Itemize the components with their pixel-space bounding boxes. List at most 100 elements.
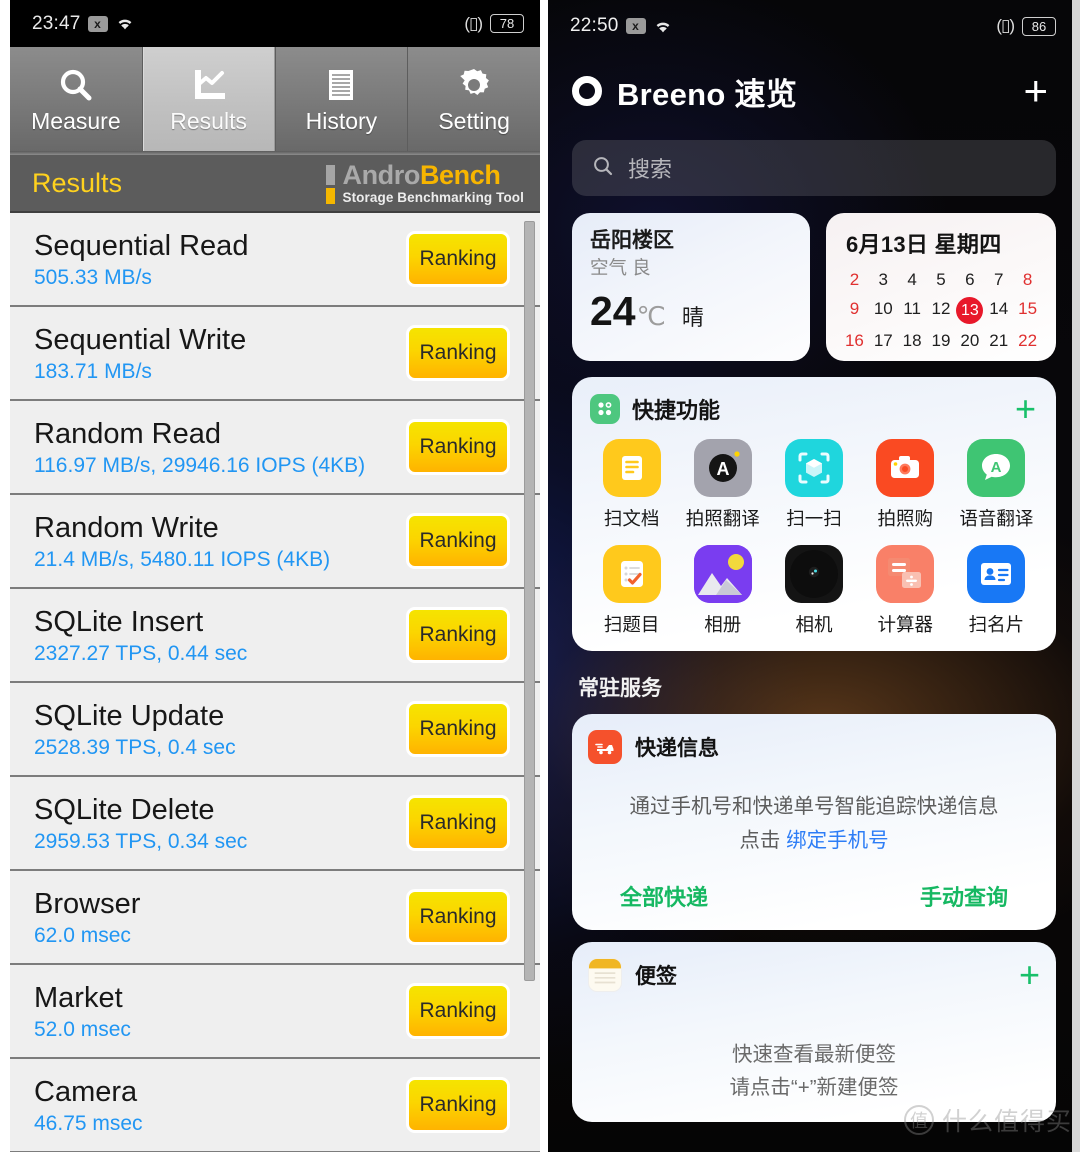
- x-badge-icon: x: [87, 15, 108, 32]
- result-value: 62.0 msec: [34, 923, 131, 947]
- table-row[interactable]: SQLite Update 2528.39 TPS, 0.4 sec Ranking: [10, 683, 540, 777]
- calendar-day[interactable]: 4: [898, 268, 927, 292]
- calendar-day[interactable]: 7: [984, 268, 1013, 292]
- quick-function-item[interactable]: 扫一扫: [768, 439, 859, 531]
- quick-function-item[interactable]: A 语音翻译: [951, 439, 1042, 531]
- calendar-day[interactable]: 5: [927, 268, 956, 292]
- calendar-day[interactable]: 16: [840, 329, 869, 353]
- resident-services-title: 常驻服务: [578, 677, 662, 700]
- notes-add-button[interactable]: +: [1019, 957, 1040, 993]
- breeno-header: Breeno 速览 +: [564, 58, 1064, 124]
- calendar-widget[interactable]: 6月13日 星期四 2 3 4 5 6 7 8 9 10 11 12 13 14 15 16 17 18 19 20…: [826, 213, 1056, 361]
- quick-function-item[interactable]: 拍照购: [860, 439, 951, 531]
- quick-functions-add-button[interactable]: +: [1015, 391, 1036, 427]
- right-status-left: 22:50 x: [570, 15, 673, 37]
- x-badge-icon: x: [625, 18, 646, 34]
- ranking-button[interactable]: Ranking: [406, 889, 510, 945]
- result-value: 505.33 MB/s: [34, 265, 152, 289]
- calendar-day[interactable]: 11: [898, 297, 927, 324]
- photo-translate-icon: A: [693, 439, 752, 497]
- calendar-day[interactable]: 20: [955, 329, 984, 353]
- result-name: Market: [34, 981, 123, 1014]
- calendar-day[interactable]: 3: [869, 268, 898, 292]
- weather-condition: 晴: [681, 305, 704, 330]
- table-row[interactable]: Browser 62.0 msec Ranking: [10, 871, 540, 965]
- document-icon: [322, 64, 360, 106]
- tab-setting-label: Setting: [438, 107, 510, 134]
- table-row[interactable]: Random Read 116.97 MB/s, 29946.16 IOPS (4…: [10, 401, 540, 495]
- calendar-day[interactable]: 8: [1013, 268, 1042, 292]
- ranking-button[interactable]: Ranking: [406, 231, 510, 287]
- right-status-bar: 22:50 x (▯) 86: [564, 0, 1064, 52]
- ranking-button[interactable]: Ranking: [406, 513, 510, 569]
- watermark-logo-icon: 值: [903, 1105, 934, 1135]
- calendar-day[interactable]: 9: [840, 297, 869, 324]
- left-status-right: (▯) 78: [464, 14, 524, 34]
- calendar-day[interactable]: 6: [955, 268, 984, 292]
- quick-function-label: 扫名片: [968, 614, 1025, 635]
- left-status-bar: 23:47 x (▯) 78: [10, 0, 540, 47]
- svg-text:A: A: [716, 459, 729, 479]
- ranking-button[interactable]: Ranking: [406, 325, 510, 381]
- add-card-button[interactable]: +: [1023, 70, 1054, 112]
- table-row[interactable]: Market 52.0 msec Ranking: [10, 965, 540, 1059]
- table-row[interactable]: Sequential Write 183.71 MB/s Ranking: [10, 307, 540, 401]
- ranking-button[interactable]: Ranking: [406, 795, 510, 851]
- calendar-day[interactable]: 10: [869, 297, 898, 324]
- quick-function-item[interactable]: 扫文档: [586, 439, 677, 531]
- calendar-day-today[interactable]: 13: [956, 297, 984, 324]
- result-name: Browser: [34, 887, 141, 920]
- table-row[interactable]: Camera 46.75 msec Ranking: [10, 1059, 540, 1152]
- quick-function-item[interactable]: 相册: [677, 545, 768, 637]
- results-list[interactable]: Sequential Read 505.33 MB/s Ranking Sequent…: [10, 213, 540, 1152]
- search-input[interactable]: 搜索: [628, 152, 672, 184]
- search-bar[interactable]: 搜索: [572, 140, 1056, 196]
- weather-widget[interactable]: 岳阳楼区 空气 良 24 ℃ 晴: [572, 213, 810, 361]
- result-name: Random Read: [34, 417, 221, 450]
- quick-function-item[interactable]: 扫名片: [951, 545, 1042, 637]
- results-scrollbar[interactable]: [524, 221, 535, 981]
- tab-history[interactable]: History: [275, 47, 409, 151]
- ranking-button[interactable]: Ranking: [406, 607, 510, 663]
- quick-function-label: 拍照翻译: [685, 508, 760, 529]
- result-name: Camera: [34, 1075, 138, 1108]
- calendar-day[interactable]: 12: [927, 297, 956, 324]
- quick-function-item[interactable]: 相机: [768, 545, 859, 637]
- weather-air-quality: 空气 良: [590, 257, 651, 278]
- scan-document-icon: [602, 439, 661, 497]
- ranking-button[interactable]: Ranking: [406, 983, 510, 1039]
- table-row[interactable]: Random Write 21.4 MB/s, 5480.11 IOPS (4KB…: [10, 495, 540, 589]
- quick-function-item[interactable]: 计算器: [860, 545, 951, 637]
- calendar-day[interactable]: 17: [869, 329, 898, 353]
- calendar-day[interactable]: 18: [898, 329, 927, 353]
- logo-bench: Bench: [419, 159, 501, 190]
- ranking-button[interactable]: Ranking: [406, 701, 510, 757]
- table-row[interactable]: SQLite Insert 2327.27 TPS, 0.44 sec Rankin…: [10, 589, 540, 683]
- result-value: 52.0 msec: [34, 1017, 131, 1041]
- notes-card-title: 便签: [635, 965, 677, 988]
- tab-measure[interactable]: Measure: [10, 47, 143, 151]
- result-name: Sequential Write: [34, 323, 247, 356]
- calendar-day[interactable]: 14: [984, 297, 1013, 324]
- result-name: SQLite Delete: [34, 793, 215, 826]
- table-row[interactable]: Sequential Read 505.33 MB/s Ranking: [10, 213, 540, 307]
- tab-setting[interactable]: Setting: [408, 47, 540, 151]
- bind-phone-link[interactable]: 绑定手机号: [786, 829, 889, 852]
- quick-function-label: 语音翻译: [959, 508, 1034, 529]
- quick-function-item[interactable]: A 拍照翻译: [677, 439, 768, 531]
- calendar-day[interactable]: 21: [984, 329, 1013, 353]
- manual-query-button[interactable]: 手动查询: [920, 880, 1008, 912]
- scan-qr-icon: [784, 439, 843, 497]
- all-express-button[interactable]: 全部快递: [620, 880, 708, 912]
- calendar-day[interactable]: 22: [1013, 329, 1042, 353]
- quick-function-item[interactable]: 扫题目: [586, 545, 677, 637]
- tab-results[interactable]: Results: [142, 47, 276, 151]
- calendar-day[interactable]: 15: [1013, 297, 1042, 324]
- logo-andro: Andro: [342, 159, 420, 190]
- ranking-button[interactable]: Ranking: [406, 1077, 510, 1133]
- table-row[interactable]: SQLite Delete 2959.53 TPS, 0.34 sec Rankin…: [10, 777, 540, 871]
- wifi-icon: [115, 16, 135, 31]
- ranking-button[interactable]: Ranking: [406, 419, 510, 475]
- calendar-day[interactable]: 2: [840, 268, 869, 292]
- calendar-day[interactable]: 19: [927, 329, 956, 353]
